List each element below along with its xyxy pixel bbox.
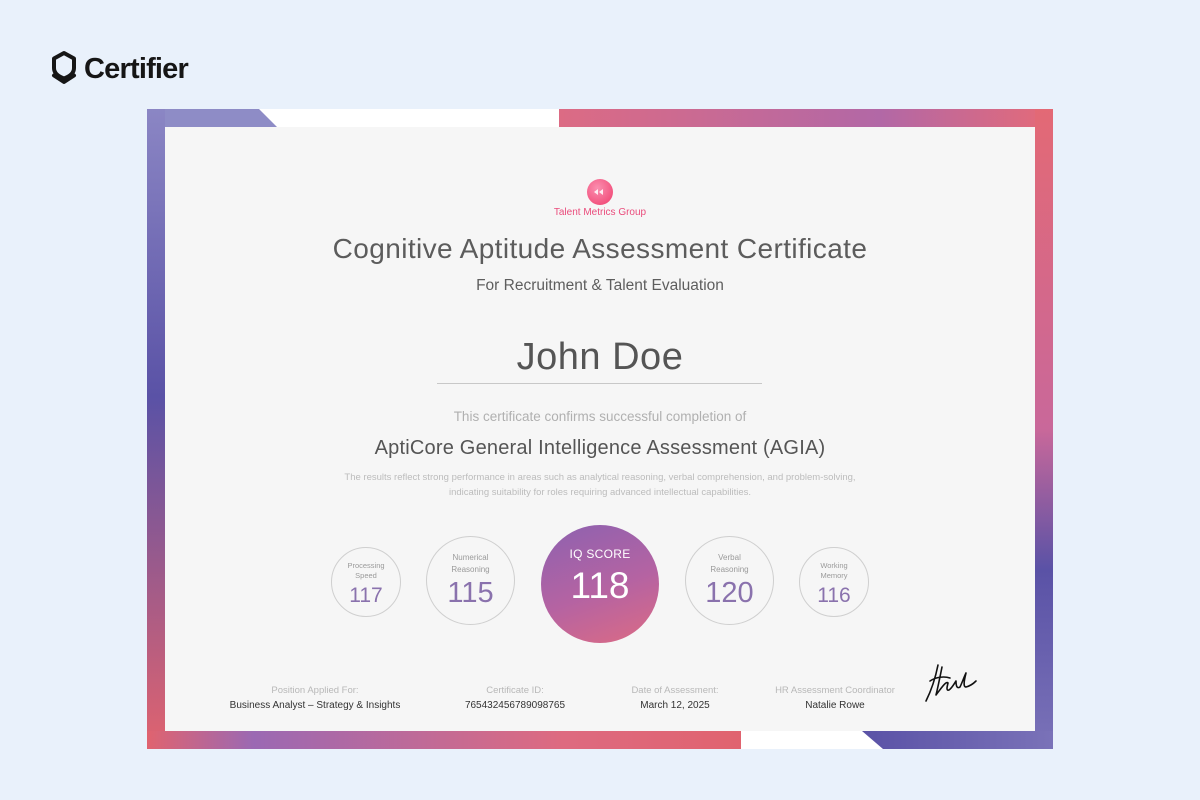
score-value: 116 — [817, 584, 851, 607]
score-label-line: Verbal — [718, 553, 741, 562]
score-value: 117 — [349, 584, 383, 607]
certifier-shield-icon — [52, 51, 76, 84]
footer-label: HR Assessment Coordinator — [775, 685, 895, 696]
signature-image — [925, 664, 977, 702]
certificate: Talent Metrics Group Cognitive Aptitude … — [147, 109, 1053, 749]
spark-circle-logo — [587, 179, 613, 205]
iq-score-label: IQ SCORE — [569, 547, 631, 561]
score-value: 120 — [705, 577, 754, 609]
score-iq: IQ SCORE 118 — [541, 525, 659, 643]
score-processing-speed: Processing Speed 117 — [331, 547, 401, 617]
score-label: Numerical Reasoning — [427, 552, 514, 576]
description-line-1: The results reflect strong performance i… — [344, 472, 856, 483]
issuer-name: Talent Metrics Group — [553, 207, 647, 218]
course-name: AptiCore General Intelligence Assessment… — [374, 437, 826, 459]
footer-certificate-id: Certificate ID: 765432456789098765 — [435, 685, 595, 711]
score-verbal-reasoning: Verbal Reasoning 120 — [685, 536, 774, 625]
score-label: Processing Speed — [332, 561, 400, 581]
footer-value: Business Analyst – Strategy & Insights — [229, 700, 401, 711]
footer-label: Position Applied For: — [271, 685, 359, 696]
description-line-2: indicating suitability for roles requiri… — [448, 487, 752, 498]
score-label-line: Reasoning — [451, 565, 490, 574]
confirmation-text: This certificate confirms successful com… — [453, 409, 747, 424]
recipient-name: John Doe — [516, 336, 684, 378]
footer-label: Certificate ID: — [486, 685, 544, 696]
score-label-line: Reasoning — [710, 565, 749, 574]
issuer: Talent Metrics Group — [165, 179, 1035, 218]
score-label-line: Memory — [820, 571, 848, 580]
footer-coordinator: HR Assessment Coordinator Natalie Rowe — [760, 685, 910, 711]
footer-label: Date of Assessment: — [631, 685, 719, 696]
brand-logo: Certifier — [50, 50, 189, 88]
name-underline — [437, 383, 762, 384]
score-numerical-reasoning: Numerical Reasoning 115 — [426, 536, 515, 625]
description: The results reflect strong performance i… — [265, 470, 935, 500]
certificate-subtitle: For Recruitment & Talent Evaluation — [476, 277, 724, 294]
certificate-body: Talent Metrics Group Cognitive Aptitude … — [165, 127, 1035, 731]
certificate-title: Cognitive Aptitude Assessment Certificat… — [332, 233, 868, 264]
footer-date: Date of Assessment: March 12, 2025 — [605, 685, 745, 711]
footer-value: Natalie Rowe — [805, 700, 865, 711]
score-label: Verbal Reasoning — [686, 552, 773, 576]
score-label-line: Speed — [355, 571, 377, 580]
footer-position: Position Applied For: Business Analyst –… — [205, 685, 425, 711]
score-label-line: Numerical — [452, 553, 489, 562]
score-value: 115 — [447, 577, 494, 609]
iq-score-value: 118 — [570, 565, 630, 606]
brand-name: Certifier — [84, 52, 189, 85]
footer-value: 765432456789098765 — [464, 700, 566, 711]
score-label-line: Processing — [347, 561, 385, 570]
footer-value: March 12, 2025 — [640, 700, 710, 711]
score-label: Working Memory — [800, 561, 868, 581]
score-working-memory: Working Memory 116 — [799, 547, 869, 617]
score-label-line: Working — [820, 561, 848, 570]
